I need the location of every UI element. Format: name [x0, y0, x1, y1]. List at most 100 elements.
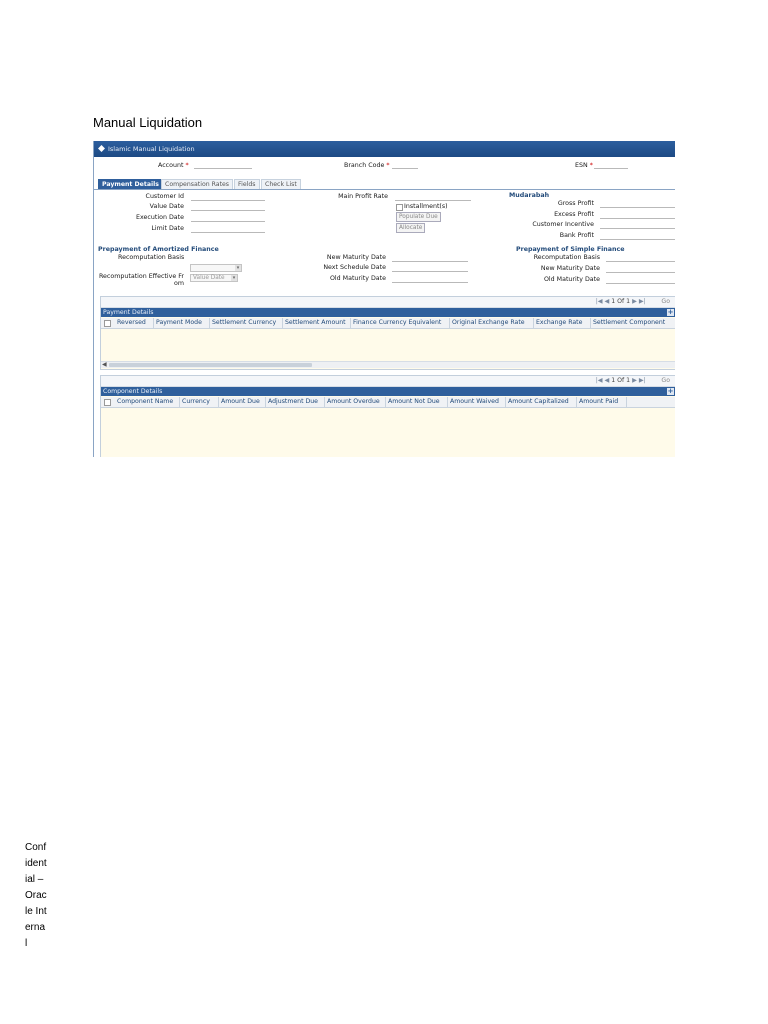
- column-header[interactable]: Payment Mode: [154, 318, 210, 328]
- component-details-grid: |◀ ◀ 1 Of 1 ▶ ▶| Go Component Details + C…: [100, 375, 675, 457]
- window-title-bar: Islamic Manual Liquidation: [94, 141, 675, 157]
- first-page-icon[interactable]: |◀: [596, 298, 603, 305]
- new-maturity-date-field[interactable]: [392, 256, 468, 262]
- prev-page-icon[interactable]: ◀: [605, 377, 610, 384]
- add-row-icon[interactable]: +: [667, 309, 674, 316]
- scroll-left-icon[interactable]: ◀: [102, 361, 107, 368]
- column-header[interactable]: Settlement Component: [591, 318, 675, 328]
- window-icon: [98, 145, 105, 152]
- payment-details-grid: |◀ ◀ 1 Of 1 ▶ ▶| Go Payment Details + Rev…: [100, 296, 675, 370]
- simple-recomputation-basis-label: Recomputation Basis: [533, 254, 600, 261]
- next-page-icon[interactable]: ▶: [632, 377, 637, 384]
- installments-label: Installment(s): [404, 203, 448, 210]
- recomputation-basis-select[interactable]: ▾: [190, 264, 242, 272]
- recomputation-effective-select[interactable]: Value Date ▾: [190, 274, 238, 282]
- payment-grid-title-bar: Payment Details +: [101, 308, 675, 317]
- gross-profit-field[interactable]: [600, 202, 675, 208]
- column-header[interactable]: Currency: [180, 397, 219, 407]
- column-header[interactable]: Finance Currency Equivalent: [351, 318, 450, 328]
- simple-old-maturity-date-label: Old Maturity Date: [543, 276, 600, 283]
- value-date-label: Value Date: [149, 203, 184, 210]
- column-header[interactable]: Amount Overdue: [325, 397, 386, 407]
- limit-date-label: Limit Date: [151, 225, 184, 232]
- customer-incentive-label: Customer Incentive: [532, 221, 594, 228]
- payment-grid-pagination: |◀ ◀ 1 Of 1 ▶ ▶| Go: [595, 298, 670, 305]
- column-header[interactable]: Adjustment Due: [266, 397, 325, 407]
- payment-grid-header: Reversed Payment Mode Settlement Currenc…: [101, 318, 675, 329]
- installments-checkbox[interactable]: [396, 204, 403, 211]
- customer-id-field[interactable]: [191, 195, 265, 201]
- chevron-down-icon: ▾: [231, 275, 237, 281]
- prev-page-icon[interactable]: ◀: [605, 298, 610, 305]
- select-all-checkbox[interactable]: [104, 399, 111, 406]
- column-header[interactable]: Amount Waived: [448, 397, 506, 407]
- limit-date-field[interactable]: [191, 227, 265, 233]
- simple-new-maturity-date-label: New Maturity Date: [540, 265, 600, 272]
- esn-field[interactable]: [594, 163, 628, 169]
- component-grid-go-button[interactable]: Go: [661, 377, 670, 384]
- component-grid-pagination: |◀ ◀ 1 Of 1 ▶ ▶| Go: [595, 377, 670, 384]
- confidentiality-footer: Confidential – Oracle Internal: [25, 842, 47, 949]
- column-header[interactable]: Component Name: [115, 397, 180, 407]
- new-maturity-date-label: New Maturity Date: [326, 254, 386, 261]
- payment-grid-scrollbar[interactable]: ◀: [101, 361, 675, 368]
- application-window: Islamic Manual Liquidation Account * Bra…: [93, 141, 675, 457]
- customer-incentive-field[interactable]: [600, 223, 675, 229]
- simple-recomputation-basis-field[interactable]: [606, 256, 675, 262]
- column-header[interactable]: Reversed: [115, 318, 154, 328]
- excess-profit-label: Excess Profit: [554, 211, 594, 218]
- select-all-checkbox[interactable]: [104, 320, 111, 327]
- allocate-button[interactable]: Allocate: [396, 223, 426, 233]
- recomputation-basis-label: Recomputation Basis: [118, 254, 185, 261]
- main-profit-rate-field[interactable]: [395, 195, 471, 201]
- component-grid-pager: |◀ ◀ 1 Of 1 ▶ ▶| Go: [101, 376, 675, 387]
- scrollbar-thumb[interactable]: [109, 363, 312, 367]
- add-row-icon[interactable]: +: [667, 388, 674, 395]
- bank-profit-label: Bank Profit: [559, 232, 594, 239]
- last-page-icon[interactable]: ▶|: [639, 377, 646, 384]
- customer-id-label: Customer Id: [145, 193, 184, 200]
- chevron-down-icon: ▾: [235, 265, 241, 271]
- first-page-icon[interactable]: |◀: [596, 377, 603, 384]
- payment-grid-title: Payment Details: [103, 309, 154, 316]
- recomputation-effective-value: Value Date: [193, 275, 225, 281]
- column-header[interactable]: Amount Capitalized: [506, 397, 577, 407]
- excess-profit-field[interactable]: [600, 213, 675, 219]
- column-header[interactable]: Exchange Rate: [534, 318, 591, 328]
- next-schedule-date-field[interactable]: [392, 266, 468, 272]
- next-schedule-date-label: Next Schedule Date: [323, 264, 386, 271]
- column-header[interactable]: Amount Not Due: [386, 397, 448, 407]
- window-title: Islamic Manual Liquidation: [108, 145, 195, 153]
- document-heading: Manual Liquidation: [93, 115, 203, 130]
- payment-grid-go-button[interactable]: Go: [661, 298, 670, 305]
- bank-profit-field[interactable]: [600, 234, 675, 240]
- execution-date-label: Execution Date: [136, 214, 184, 221]
- payment-grid-pager: |◀ ◀ 1 Of 1 ▶ ▶| Go: [101, 297, 675, 308]
- component-grid-title-bar: Component Details +: [101, 387, 675, 396]
- account-field[interactable]: [194, 163, 252, 169]
- column-header[interactable]: Amount Paid: [577, 397, 627, 407]
- column-header[interactable]: Amount Due: [219, 397, 266, 407]
- main-profit-rate-label: Main Profit Rate: [338, 193, 388, 200]
- value-date-field[interactable]: [191, 205, 265, 211]
- populate-due-button[interactable]: Populate Due: [396, 212, 441, 222]
- next-page-icon[interactable]: ▶: [632, 298, 637, 305]
- last-page-icon[interactable]: ▶|: [639, 298, 646, 305]
- column-header[interactable]: Original Exchange Rate: [450, 318, 534, 328]
- esn-label: ESN *: [575, 162, 593, 169]
- old-maturity-date-label: Old Maturity Date: [329, 275, 386, 282]
- gross-profit-label: Gross Profit: [557, 200, 594, 207]
- recomputation-effective-label: Recomputation Effective Fr om: [98, 273, 184, 287]
- component-grid-title: Component Details: [103, 388, 163, 395]
- simple-new-maturity-date-field[interactable]: [606, 267, 675, 273]
- execution-date-field[interactable]: [191, 216, 265, 222]
- column-header[interactable]: Settlement Currency: [210, 318, 283, 328]
- prepayment-simple-section-title: Prepayment of Simple Finance: [516, 246, 625, 253]
- mudarabah-section-title: Mudarabah: [509, 192, 550, 199]
- branch-code-field[interactable]: [392, 163, 418, 169]
- old-maturity-date-field[interactable]: [392, 277, 468, 283]
- column-header[interactable]: Settlement Amount: [283, 318, 351, 328]
- simple-old-maturity-date-field[interactable]: [606, 278, 675, 284]
- component-grid-header: Component Name Currency Amount Due Adjus…: [101, 397, 675, 408]
- tab-divider: [94, 189, 675, 190]
